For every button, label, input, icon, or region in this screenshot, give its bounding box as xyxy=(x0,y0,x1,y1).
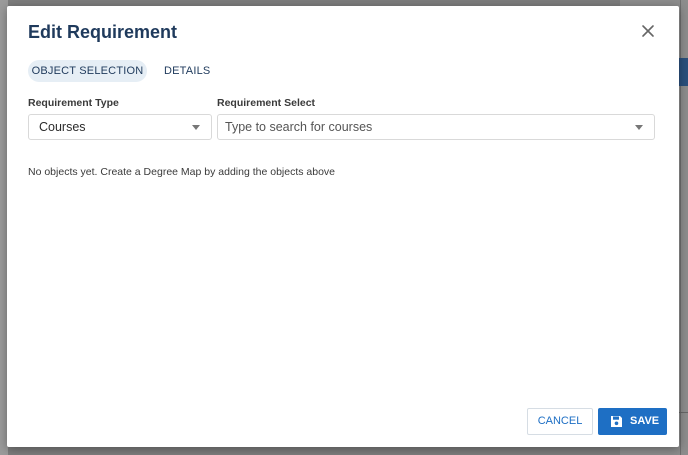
save-button-label: SAVE xyxy=(630,415,660,427)
tab-details[interactable]: DETAILS xyxy=(164,60,210,82)
floppy-disk-icon xyxy=(611,416,622,427)
requirement-type-label: Requirement Type xyxy=(28,97,119,109)
tab-object-selection[interactable]: OBJECT SELECTION xyxy=(28,60,147,82)
save-button[interactable]: SAVE xyxy=(598,408,667,435)
close-icon[interactable] xyxy=(639,22,657,40)
chevron-down-icon xyxy=(192,125,200,130)
requirement-type-value: Courses xyxy=(39,120,86,134)
requirement-select-label: Requirement Select xyxy=(217,97,316,109)
background-button xyxy=(678,58,688,86)
dialog-title: Edit Requirement xyxy=(28,22,178,42)
edit-requirement-dialog: Edit Requirement OBJECT SELECTION DETAIL… xyxy=(7,6,679,447)
requirement-select-input[interactable]: Type to search for courses xyxy=(217,114,655,140)
empty-state-message: No objects yet. Create a Degree Map by a… xyxy=(28,166,336,178)
chevron-down-icon xyxy=(635,125,643,130)
requirement-select-placeholder: Type to search for courses xyxy=(225,120,373,134)
requirement-type-select[interactable]: Courses xyxy=(28,114,212,140)
cancel-button[interactable]: CANCEL xyxy=(527,408,593,435)
